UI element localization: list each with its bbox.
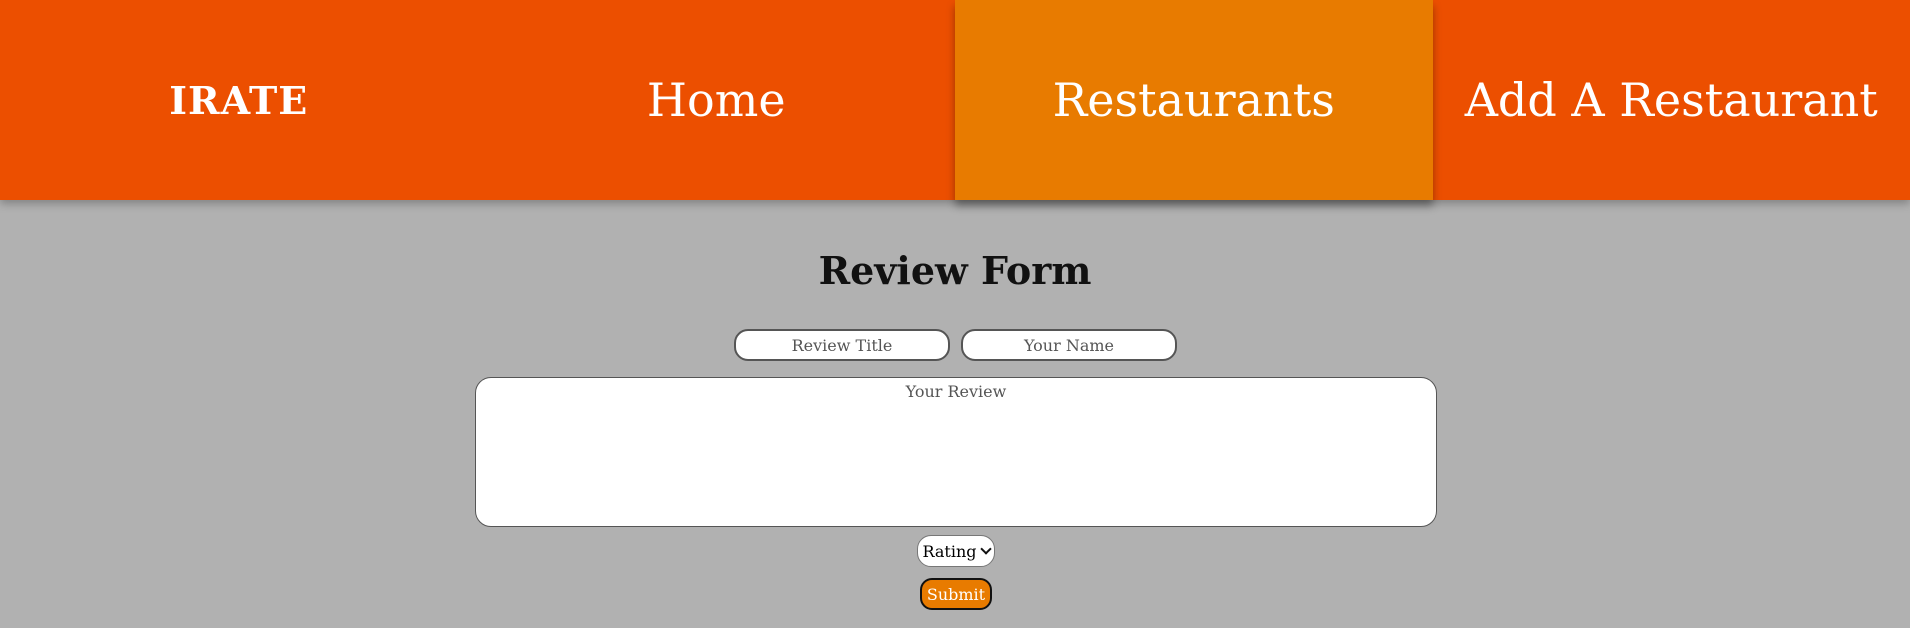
review-form-section: Review Form Rating Submit <box>0 200 1910 628</box>
review-textarea[interactable] <box>475 377 1437 527</box>
navbar: iRate Home Restaurants Add A Restaurant <box>0 0 1910 200</box>
review-title-input[interactable] <box>734 329 950 361</box>
your-name-input[interactable] <box>961 329 1177 361</box>
input-row <box>734 329 1177 361</box>
nav-item-add-restaurant[interactable]: Add A Restaurant <box>1433 0 1910 200</box>
nav-item-home[interactable]: Home <box>478 0 956 200</box>
logo-link[interactable]: iRate <box>0 0 478 200</box>
nav-item-label: Restaurants <box>1052 73 1335 127</box>
rating-select-label: Rating <box>922 541 977 561</box>
nav-item-label: Add A Restaurant <box>1464 73 1878 127</box>
page-title: Review Form <box>818 248 1092 293</box>
rating-select[interactable]: Rating <box>917 535 995 567</box>
nav-item-restaurants[interactable]: Restaurants <box>955 0 1433 200</box>
chevron-down-icon <box>979 543 992 555</box>
nav-item-label: Home <box>646 73 786 127</box>
submit-button[interactable]: Submit <box>920 578 992 610</box>
logo: iRate <box>169 77 309 123</box>
